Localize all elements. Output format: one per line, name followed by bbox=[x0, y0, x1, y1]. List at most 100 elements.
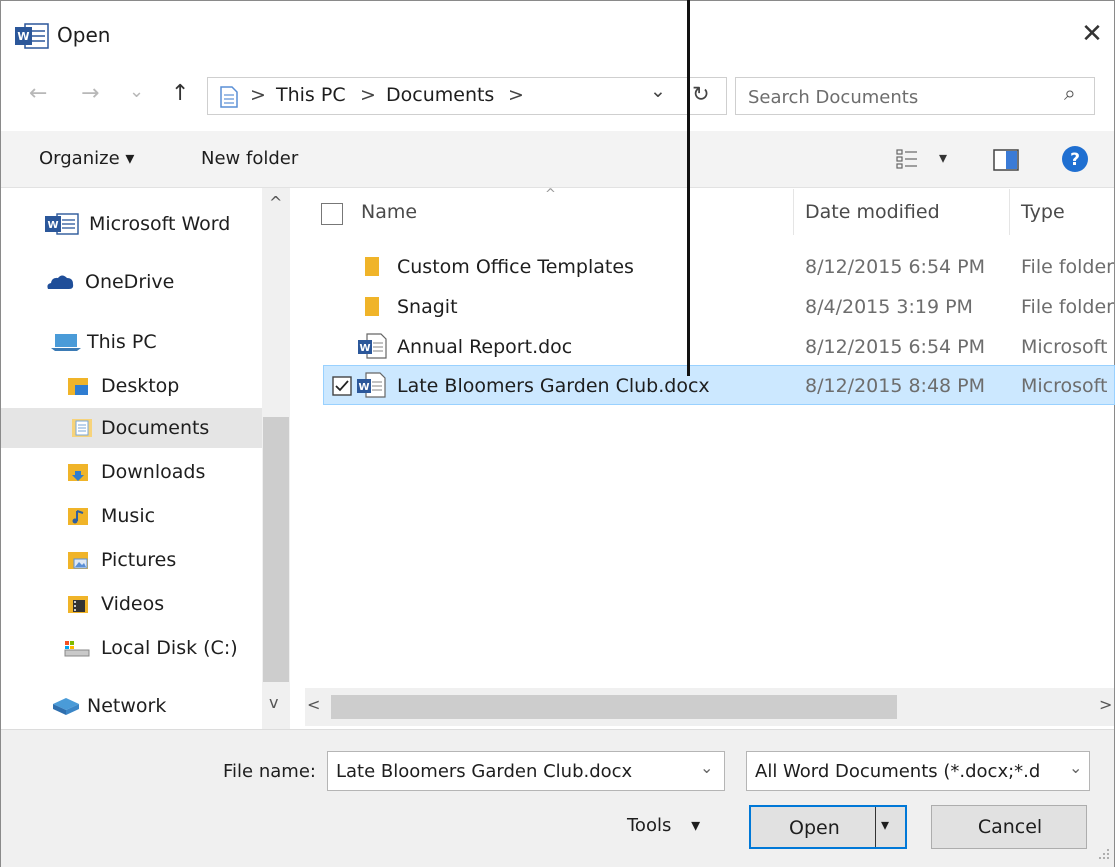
file-name-combobox[interactable]: Late Bloomers Garden Club.docx ⌄ bbox=[327, 751, 725, 791]
forward-arrow-icon[interactable]: → bbox=[81, 79, 99, 109]
word-doc-icon: W bbox=[358, 333, 387, 359]
nav-item-label: This PC bbox=[87, 331, 157, 353]
navigation-pane: W Microsoft Word OneDrive This PC Deskto… bbox=[1, 188, 298, 729]
file-row[interactable]: Custom Office Templates 8/12/2015 6:54 P… bbox=[323, 247, 1115, 287]
documents-location-icon bbox=[220, 86, 238, 108]
column-divider[interactable] bbox=[1009, 189, 1010, 235]
address-bar[interactable]: > This PC > Documents > ⌄ ↻ bbox=[207, 77, 727, 115]
scroll-left-icon[interactable]: < bbox=[307, 695, 320, 714]
breadcrumb-this-pc[interactable]: This PC bbox=[276, 84, 346, 106]
preview-pane-icon[interactable] bbox=[993, 149, 1019, 171]
nav-item-microsoft-word[interactable]: W Microsoft Word bbox=[45, 204, 260, 244]
nav-item-videos[interactable]: Videos bbox=[67, 584, 260, 624]
file-name-label: File name: bbox=[223, 761, 316, 782]
column-header-name[interactable]: Name bbox=[361, 201, 417, 223]
column-divider[interactable] bbox=[793, 189, 794, 235]
open-label: Open bbox=[789, 817, 840, 839]
breadcrumb-separator: > bbox=[360, 84, 376, 106]
select-all-checkbox[interactable] bbox=[321, 203, 343, 225]
nav-item-pictures[interactable]: Pictures bbox=[67, 540, 260, 580]
scroll-up-icon[interactable]: ^ bbox=[269, 193, 282, 212]
onedrive-cloud-icon bbox=[47, 275, 74, 289]
folder-icon bbox=[365, 257, 379, 276]
file-name: Snagit bbox=[397, 296, 458, 318]
nav-item-label: Desktop bbox=[101, 375, 180, 397]
window-title: Open bbox=[57, 23, 111, 47]
up-arrow-icon[interactable]: ↑ bbox=[171, 79, 189, 109]
file-name: Annual Report.doc bbox=[397, 336, 573, 358]
svg-text:W: W bbox=[359, 343, 370, 354]
nav-item-label: Pictures bbox=[101, 549, 177, 571]
search-input[interactable] bbox=[746, 83, 1050, 111]
scroll-right-icon[interactable]: > bbox=[1099, 695, 1112, 714]
open-button[interactable]: Open ▾ bbox=[749, 805, 907, 849]
desktop-folder-icon bbox=[68, 378, 88, 395]
nav-item-documents[interactable]: Documents bbox=[1, 408, 262, 448]
back-arrow-icon[interactable]: ← bbox=[29, 79, 47, 109]
cancel-label: Cancel bbox=[977, 816, 1043, 838]
file-date: 8/12/2015 6:54 PM bbox=[805, 336, 986, 358]
file-type-select[interactable]: All Word Documents (*.docx;*.d ⌄ bbox=[746, 751, 1090, 791]
downloads-folder-icon bbox=[68, 464, 88, 481]
svg-text:W: W bbox=[17, 30, 29, 43]
videos-folder-icon bbox=[68, 596, 88, 613]
nav-item-desktop[interactable]: Desktop bbox=[67, 366, 260, 406]
file-row[interactable]: W Annual Report.doc 8/12/2015 6:54 PM Mi… bbox=[323, 327, 1115, 367]
nav-item-label: Local Disk (C:) bbox=[101, 637, 238, 659]
scroll-down-icon[interactable]: v bbox=[269, 693, 278, 712]
organize-label: Organize bbox=[39, 148, 120, 169]
word-app-icon: W bbox=[15, 23, 49, 49]
address-dropdown-chevron-icon[interactable]: ⌄ bbox=[650, 80, 666, 102]
column-header-type[interactable]: Type bbox=[1021, 201, 1065, 223]
close-icon[interactable]: ✕ bbox=[1077, 19, 1107, 49]
this-pc-icon bbox=[51, 334, 81, 351]
search-box[interactable]: ⌕ bbox=[735, 77, 1095, 115]
file-type-value: All Word Documents (*.docx;*.d bbox=[755, 761, 1041, 782]
file-row-selected[interactable]: W Late Bloomers Garden Club.docx 8/12/20… bbox=[323, 365, 1115, 405]
nav-item-local-disk[interactable]: Local Disk (C:) bbox=[63, 628, 260, 668]
nav-pane-scroll-thumb[interactable] bbox=[263, 417, 289, 682]
word-doc-icon: W bbox=[357, 372, 386, 398]
details-view-icon[interactable] bbox=[895, 147, 919, 171]
command-bar: Organize ▾ New folder ▾ ? bbox=[1, 131, 1114, 188]
organize-button[interactable]: Organize ▾ bbox=[39, 148, 134, 169]
nav-item-music[interactable]: Music bbox=[67, 496, 260, 536]
file-date: 8/12/2015 8:48 PM bbox=[805, 375, 986, 397]
file-name: Late Bloomers Garden Club.docx bbox=[397, 375, 710, 397]
help-glyph: ? bbox=[1070, 150, 1080, 170]
split-divider bbox=[875, 807, 876, 847]
file-type-chevron-icon[interactable]: ⌄ bbox=[1069, 758, 1082, 777]
recent-locations-chevron-icon[interactable]: ⌄ bbox=[129, 77, 144, 107]
open-dialog: W Open ✕ ← → ⌄ ↑ > This PC > Documents >… bbox=[0, 0, 1115, 867]
column-header-date-modified[interactable]: Date modified bbox=[805, 201, 940, 223]
file-name: Custom Office Templates bbox=[397, 256, 634, 278]
new-folder-button[interactable]: New folder bbox=[201, 148, 298, 169]
nav-item-label: Videos bbox=[101, 593, 165, 615]
tools-button[interactable]: Tools ▾ bbox=[627, 815, 700, 836]
folder-icon bbox=[365, 297, 379, 316]
refresh-icon[interactable]: ↻ bbox=[692, 82, 710, 106]
nav-item-network[interactable]: Network bbox=[51, 686, 260, 726]
organize-caret-icon: ▾ bbox=[125, 148, 135, 169]
word-app-icon: W bbox=[45, 213, 79, 235]
file-list-scroll-thumb[interactable] bbox=[331, 695, 897, 719]
pictures-folder-icon bbox=[68, 552, 88, 569]
cancel-button[interactable]: Cancel bbox=[931, 805, 1087, 849]
view-options-caret-icon[interactable]: ▾ bbox=[939, 148, 947, 167]
breadcrumb-documents[interactable]: Documents bbox=[386, 84, 494, 106]
nav-item-downloads[interactable]: Downloads bbox=[67, 452, 260, 492]
open-split-dropdown-icon[interactable]: ▾ bbox=[881, 815, 889, 834]
breadcrumb-separator: > bbox=[250, 84, 266, 106]
file-name-input[interactable]: Late Bloomers Garden Club.docx bbox=[336, 761, 632, 782]
file-name-dropdown-chevron-icon[interactable]: ⌄ bbox=[700, 758, 713, 777]
resize-grip-icon[interactable] bbox=[1097, 847, 1111, 861]
search-icon[interactable]: ⌕ bbox=[1064, 81, 1076, 106]
nav-item-this-pc[interactable]: This PC bbox=[51, 322, 260, 362]
nav-item-onedrive[interactable]: OneDrive bbox=[45, 262, 260, 302]
file-row[interactable]: Snagit 8/4/2015 3:19 PM File folder bbox=[323, 287, 1115, 327]
help-icon[interactable]: ? bbox=[1061, 145, 1089, 173]
nav-item-label: Downloads bbox=[101, 461, 206, 483]
nav-item-label: Microsoft Word bbox=[89, 213, 231, 235]
network-icon bbox=[53, 698, 79, 715]
row-checkbox-checked-icon[interactable] bbox=[332, 376, 352, 396]
